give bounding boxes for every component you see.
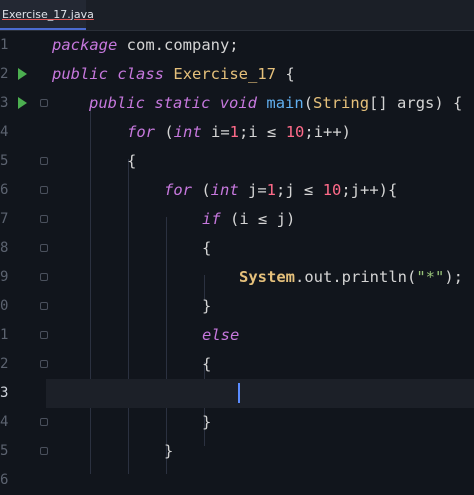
code-line: public static void main(String[] args) {	[46, 89, 474, 118]
brace: }	[164, 442, 174, 460]
code-text: (	[155, 123, 174, 141]
keyword: public	[52, 65, 108, 83]
code-editor[interactable]: package com.company; public class Exerci…	[46, 31, 474, 474]
code-text: (	[192, 181, 211, 199]
brace: {	[127, 152, 137, 170]
class-name: System	[239, 268, 295, 286]
number-literal: 1	[266, 181, 277, 199]
code-line: if (i ≤ j)	[46, 205, 474, 234]
line-number: 3	[0, 95, 9, 111]
code-line: for (int i=1;i ≤ 10;i++)	[46, 118, 474, 147]
code-line: {	[46, 234, 474, 263]
brace: {	[202, 239, 212, 257]
line-number: 0	[0, 298, 9, 314]
current-code-line[interactable]	[46, 379, 474, 408]
code-line: package com.company;	[46, 31, 474, 60]
keyword: package	[52, 36, 118, 54]
line-number: 9	[0, 269, 9, 285]
code-line: System.out.println("*");	[46, 263, 474, 292]
code-line: {	[46, 350, 474, 379]
run-main-icon[interactable]	[18, 97, 27, 109]
number-literal: 10	[285, 123, 305, 141]
code-text: ;i++)	[304, 123, 352, 141]
code-text: (	[303, 94, 314, 112]
code-text: com.company;	[117, 36, 239, 54]
code-text: );	[444, 268, 464, 286]
line-number: 1	[0, 327, 9, 343]
run-class-icon[interactable]	[18, 68, 27, 80]
method-name: println	[341, 268, 407, 286]
code-line: for (int j=1;j ≤ 10;j++){	[46, 176, 474, 205]
method-name: main	[266, 94, 304, 112]
code-text: .out.	[295, 268, 342, 286]
line-number: 3	[0, 385, 9, 401]
keyword: int	[210, 181, 239, 199]
line-number: 1	[0, 37, 9, 53]
code-line: }	[46, 408, 474, 437]
keyword: for	[164, 181, 192, 199]
line-number: 5	[0, 153, 9, 169]
keyword: else	[202, 326, 240, 344]
code-line: public class Exercise_17 {	[46, 60, 474, 89]
code-text: ;j++){	[341, 181, 398, 199]
keyword: class	[117, 65, 165, 83]
brace: }	[202, 413, 212, 431]
code-text: {	[276, 65, 295, 83]
class-name: Exercise_17	[173, 65, 277, 83]
line-number: 4	[0, 124, 9, 140]
code-line: {	[46, 147, 474, 176]
line-number: 8	[0, 240, 9, 256]
keyword: if	[202, 210, 221, 228]
brace: }	[202, 297, 212, 315]
keyword: static	[154, 94, 211, 112]
code-text: j=	[238, 181, 267, 199]
number-literal: 10	[322, 181, 342, 199]
keyword: for	[127, 123, 155, 141]
type-name: String	[313, 94, 370, 112]
keyword: int	[173, 123, 202, 141]
brace: {	[202, 355, 212, 373]
code-text: ;j ≤	[276, 181, 323, 199]
editor-tab-bar: Exercise_17.java	[0, 0, 474, 31]
code-text: i=	[201, 123, 230, 141]
line-number: 4	[0, 414, 9, 430]
code-text: (i ≤ j)	[220, 210, 296, 228]
line-number: 2	[0, 66, 9, 82]
code-text: (	[407, 268, 417, 286]
keyword: void	[219, 94, 258, 112]
tab-exercise-17[interactable]: Exercise_17.java	[0, 0, 94, 30]
code-line: }	[46, 292, 474, 321]
code-text: [] args) {	[369, 94, 463, 112]
string-literal: "*"	[416, 268, 445, 286]
number-literal: 1	[229, 123, 240, 141]
line-number: 6	[0, 182, 9, 198]
line-number: 7	[0, 211, 9, 227]
text-caret	[238, 383, 240, 403]
code-text: ;i ≤	[239, 123, 286, 141]
line-number: 5	[0, 443, 9, 459]
line-number: 2	[0, 356, 9, 372]
code-line: }	[46, 437, 474, 466]
tab-label: Exercise_17.java	[2, 7, 94, 21]
code-line: else	[46, 321, 474, 350]
line-number-gutter: 1 2 3 4 5 6 7 8 9 0 1 2 3 4 5 6	[0, 31, 48, 488]
line-number: 6	[0, 472, 9, 488]
keyword: public	[89, 94, 145, 112]
